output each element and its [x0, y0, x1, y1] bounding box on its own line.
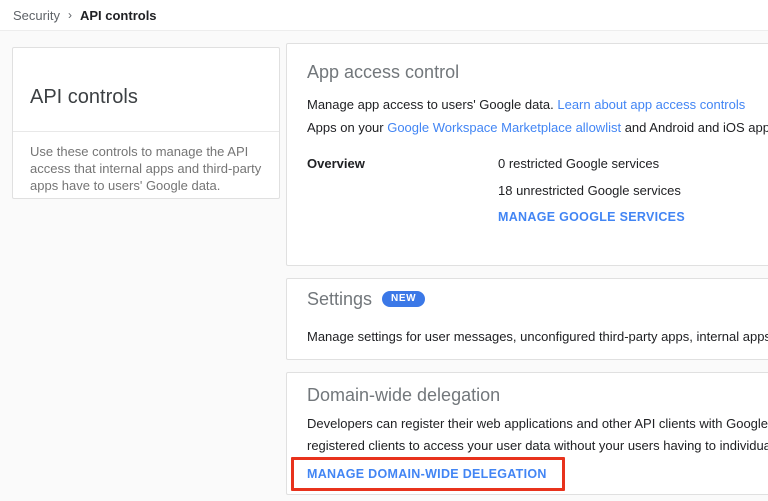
api-controls-page: { "breadcrumb": { "section": "Security",…	[0, 0, 768, 501]
app-access-control-title: App access control	[307, 62, 459, 83]
app-access-control-card: App access control Manage app access to …	[286, 43, 768, 266]
app-access-description-line1: Manage app access to users' Google data.…	[307, 97, 745, 112]
app-access-p1-text: Manage app access to users' Google data.	[307, 97, 557, 112]
domain-wide-delegation-title: Domain-wide delegation	[307, 385, 500, 406]
page-title: API controls	[30, 86, 138, 109]
manage-domain-wide-delegation-button[interactable]: MANAGE DOMAIN-WIDE DELEGATION	[307, 467, 547, 481]
breadcrumb-security-link[interactable]: Security	[13, 8, 60, 23]
red-highlight-annotation: MANAGE DOMAIN-WIDE DELEGATION	[291, 457, 565, 491]
unrestricted-services-count: 18 unrestricted Google services	[498, 183, 685, 198]
manage-google-services-button[interactable]: MANAGE GOOGLE SERVICES	[498, 210, 685, 224]
overview-label: Overview	[307, 156, 365, 171]
card-divider	[13, 131, 279, 132]
new-badge: NEW	[382, 291, 425, 307]
app-access-p2-text2: and Android and iOS apps on your	[621, 120, 768, 135]
domain-wide-delegation-card: Domain-wide delegation Developers can re…	[286, 372, 768, 495]
breadcrumb-current-page: API controls	[80, 8, 157, 23]
learn-about-app-access-link[interactable]: Learn about app access controls	[557, 97, 745, 112]
breadcrumb: Security › API controls	[13, 0, 157, 30]
delegation-description-line2: registered clients to access your user d…	[307, 435, 768, 457]
api-controls-description: Use these controls to manage the API acc…	[30, 143, 266, 194]
delegation-description-line1: Developers can register their web applic…	[307, 413, 768, 435]
top-bar: Security › API controls	[0, 0, 768, 31]
app-access-p2-text1: Apps on your	[307, 120, 387, 135]
api-controls-summary-card: API controls Use these controls to manag…	[12, 47, 280, 199]
restricted-services-count: 0 restricted Google services	[498, 156, 685, 171]
settings-description: Manage settings for user messages, uncon…	[307, 329, 768, 344]
overview-values: 0 restricted Google services 18 unrestri…	[498, 156, 685, 224]
chevron-right-icon: ›	[68, 8, 72, 22]
settings-title: Settings NEW	[307, 289, 425, 310]
settings-title-text: Settings	[307, 289, 372, 310]
app-access-description-line2: Apps on your Google Workspace Marketplac…	[307, 120, 768, 135]
marketplace-allowlist-link[interactable]: Google Workspace Marketplace allowlist	[387, 120, 621, 135]
settings-card: Settings NEW Manage settings for user me…	[286, 278, 768, 360]
